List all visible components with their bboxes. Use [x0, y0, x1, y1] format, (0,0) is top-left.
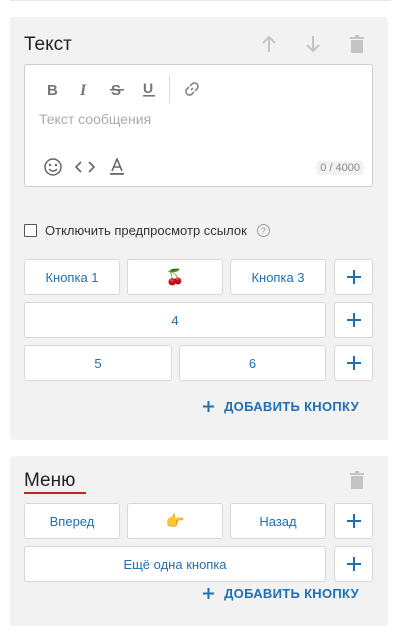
move-up-icon[interactable]: [258, 33, 280, 55]
disable-preview-row: Отключить предпросмотр ссылок ?: [24, 223, 270, 238]
add-button-to-row[interactable]: [334, 503, 373, 539]
text-color-icon[interactable]: [101, 155, 133, 179]
plus-icon: [203, 588, 215, 599]
block-actions: [258, 33, 368, 55]
underline-icon[interactable]: U: [133, 77, 165, 101]
text-block-card: Текст B I S U: [10, 17, 388, 440]
keyboard-button[interactable]: 👉: [127, 503, 223, 539]
char-counter: 0 / 4000: [316, 161, 364, 175]
menu-block-card: Меню Вперед 👉 Назад Ещё одна кнопка ДОБА…: [10, 456, 388, 626]
add-button-to-row[interactable]: [334, 345, 373, 381]
bold-icon[interactable]: B: [37, 77, 69, 101]
disable-preview-label: Отключить предпросмотр ссылок: [45, 223, 247, 238]
plus-icon: [346, 514, 361, 528]
add-keyboard-button-label: ДОБАВИТЬ КНОПКУ: [224, 399, 359, 414]
top-divider: [10, 0, 391, 1]
add-keyboard-button-link[interactable]: ДОБАВИТЬ КНОПКУ: [203, 586, 359, 601]
emoji-icon[interactable]: [37, 155, 69, 179]
plus-icon: [203, 401, 215, 412]
plus-icon: [346, 557, 361, 571]
svg-text:I: I: [79, 82, 87, 96]
keyboard-button[interactable]: 5: [24, 345, 172, 381]
editor-toolbar: B I S U: [37, 75, 208, 103]
keyboard-button[interactable]: Кнопка 1: [24, 259, 120, 295]
text-block-title: Текст: [24, 34, 72, 55]
keyboard-button[interactable]: 🍒: [127, 259, 223, 295]
keyboard-button[interactable]: 6: [179, 345, 326, 381]
message-placeholder: Текст сообщения: [39, 111, 152, 127]
add-keyboard-button-link[interactable]: ДОБАВИТЬ КНОПКУ: [203, 399, 359, 414]
keyboard-button[interactable]: Ещё одна кнопка: [24, 546, 326, 582]
keyboard-button[interactable]: 4: [24, 302, 326, 338]
add-keyboard-button-label: ДОБАВИТЬ КНОПКУ: [224, 586, 359, 601]
delete-icon[interactable]: [346, 33, 368, 55]
keyboard-button[interactable]: Вперед: [24, 503, 120, 539]
code-icon[interactable]: [69, 155, 101, 179]
svg-text:U: U: [143, 81, 153, 96]
link-icon[interactable]: [176, 77, 208, 101]
keyboard-button[interactable]: Кнопка 3: [230, 259, 326, 295]
add-button-to-row[interactable]: [334, 259, 373, 295]
italic-icon[interactable]: I: [69, 77, 101, 101]
plus-icon: [346, 270, 361, 284]
editor-bottom-tools: [37, 155, 133, 179]
block-actions: [346, 469, 368, 491]
svg-text:B: B: [47, 82, 58, 96]
toolbar-separator: [169, 75, 170, 103]
menu-block-title: Меню: [24, 470, 76, 491]
help-icon[interactable]: ?: [256, 224, 270, 237]
delete-icon[interactable]: [346, 469, 368, 491]
plus-icon: [346, 356, 361, 370]
add-button-to-row[interactable]: [334, 302, 373, 338]
keyboard-button[interactable]: Назад: [230, 503, 326, 539]
plus-icon: [346, 313, 361, 327]
add-button-to-row[interactable]: [334, 546, 373, 582]
title-underline: [24, 492, 86, 494]
message-editor[interactable]: B I S U Текст сообщения: [24, 64, 373, 187]
disable-preview-checkbox[interactable]: [24, 224, 37, 237]
strikethrough-icon[interactable]: S: [101, 77, 133, 101]
move-down-icon[interactable]: [302, 33, 324, 55]
